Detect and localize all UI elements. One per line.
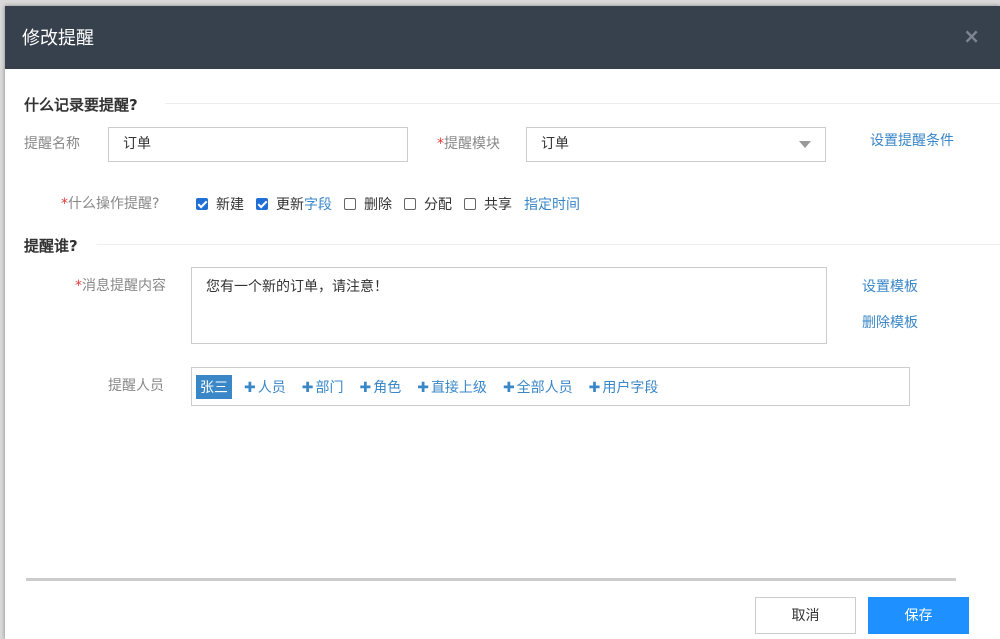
recipients-box[interactable]: 张三 ✚ 人员 ✚ 部门 ✚ 角色 ✚ 直接上级 ✚ 全部人员 ✚ 用户字段 xyxy=(191,367,910,406)
checkbox-icon[interactable] xyxy=(344,198,356,210)
add-all-users-button[interactable]: ✚ 全部人员 xyxy=(503,377,573,397)
required-mark: * xyxy=(437,136,444,152)
message-label-text: 消息提醒内容 xyxy=(82,278,166,294)
module-select-value: 订单 xyxy=(541,136,569,152)
edit-reminder-dialog: 修改提醒 × 什么记录要提醒? 提醒名称 订单 *提醒模块 订单 设置提醒条件 … xyxy=(5,6,1000,639)
section-divider xyxy=(97,244,1000,245)
checkbox-label: 共享 xyxy=(484,197,512,213)
checkbox-assign[interactable]: 分配 xyxy=(404,194,452,214)
recipients-label: 提醒人员 xyxy=(108,378,164,394)
checkbox-icon[interactable] xyxy=(196,198,208,210)
checkbox-icon[interactable] xyxy=(404,198,416,210)
section-title-who: 提醒谁? xyxy=(24,237,78,255)
checkbox-delete[interactable]: 删除 xyxy=(344,194,392,214)
section-divider xyxy=(165,103,1000,104)
checkbox-icon[interactable] xyxy=(256,198,268,210)
message-label: *消息提醒内容 xyxy=(75,275,166,295)
update-fields-link[interactable]: 字段 xyxy=(304,194,332,214)
message-textarea[interactable]: 您有一个新的订单，请注意！ xyxy=(191,267,827,344)
checkbox-update[interactable]: 更新 字段 xyxy=(256,194,332,214)
schedule-time-link[interactable]: 指定时间 xyxy=(524,194,580,214)
checkbox-icon[interactable] xyxy=(464,198,476,210)
add-department-button[interactable]: ✚ 部门 xyxy=(302,377,344,397)
delete-template-link[interactable]: 删除模板 xyxy=(862,312,918,332)
add-button-label: 角色 xyxy=(373,379,402,396)
add-button-label: 用户字段 xyxy=(602,379,659,396)
section-title-what: 什么记录要提醒? xyxy=(24,96,138,114)
checkbox-label: 分配 xyxy=(424,197,452,213)
dialog-title: 修改提醒 xyxy=(22,28,94,49)
add-button-label: 直接上级 xyxy=(430,379,487,396)
add-button-label: 全部人员 xyxy=(516,379,573,396)
add-button-label: 部门 xyxy=(315,379,344,396)
name-label: 提醒名称 xyxy=(24,136,80,152)
checkbox-create[interactable]: 新建 xyxy=(196,194,244,214)
plus-icon: ✚ xyxy=(359,379,372,396)
required-mark: * xyxy=(61,196,68,212)
name-input[interactable]: 订单 xyxy=(108,127,408,162)
checkbox-label: 删除 xyxy=(364,197,392,213)
operations-label: *什么操作提醒? xyxy=(61,193,159,213)
checkbox-label: 更新 xyxy=(276,197,304,213)
plus-icon: ✚ xyxy=(588,379,601,396)
footer-divider xyxy=(26,578,956,581)
module-select[interactable]: 订单 xyxy=(526,127,826,162)
dialog-header: 修改提醒 × xyxy=(5,6,1000,69)
cancel-button[interactable]: 取消 xyxy=(755,597,856,634)
add-button-label: 人员 xyxy=(257,379,286,396)
add-person-button[interactable]: ✚ 人员 xyxy=(244,377,286,397)
operations-label-text: 什么操作提醒? xyxy=(68,196,160,212)
checkbox-share[interactable]: 共享 xyxy=(464,194,512,214)
operations-checkbox-group: 新建 更新 字段 删除 分配 共享 指定时间 xyxy=(196,194,580,214)
add-direct-supervisor-button[interactable]: ✚ 直接上级 xyxy=(417,377,487,397)
add-user-field-button[interactable]: ✚ 用户字段 xyxy=(589,377,659,397)
chevron-down-icon xyxy=(799,141,811,148)
add-role-button[interactable]: ✚ 角色 xyxy=(359,377,401,397)
module-label-text: 提醒模块 xyxy=(444,136,500,152)
plus-icon: ✚ xyxy=(502,379,515,396)
set-template-link[interactable]: 设置模板 xyxy=(862,276,918,296)
plus-icon: ✚ xyxy=(417,379,429,396)
plus-icon: ✚ xyxy=(301,379,314,396)
recipient-tag[interactable]: 张三 xyxy=(196,374,232,399)
required-mark: * xyxy=(75,278,82,294)
module-label: *提醒模块 xyxy=(437,133,500,153)
set-conditions-link[interactable]: 设置提醒条件 xyxy=(870,130,954,150)
checkbox-label: 新建 xyxy=(216,197,244,213)
close-icon[interactable]: × xyxy=(963,24,980,48)
save-button[interactable]: 保存 xyxy=(868,597,969,634)
plus-icon: ✚ xyxy=(244,379,256,396)
